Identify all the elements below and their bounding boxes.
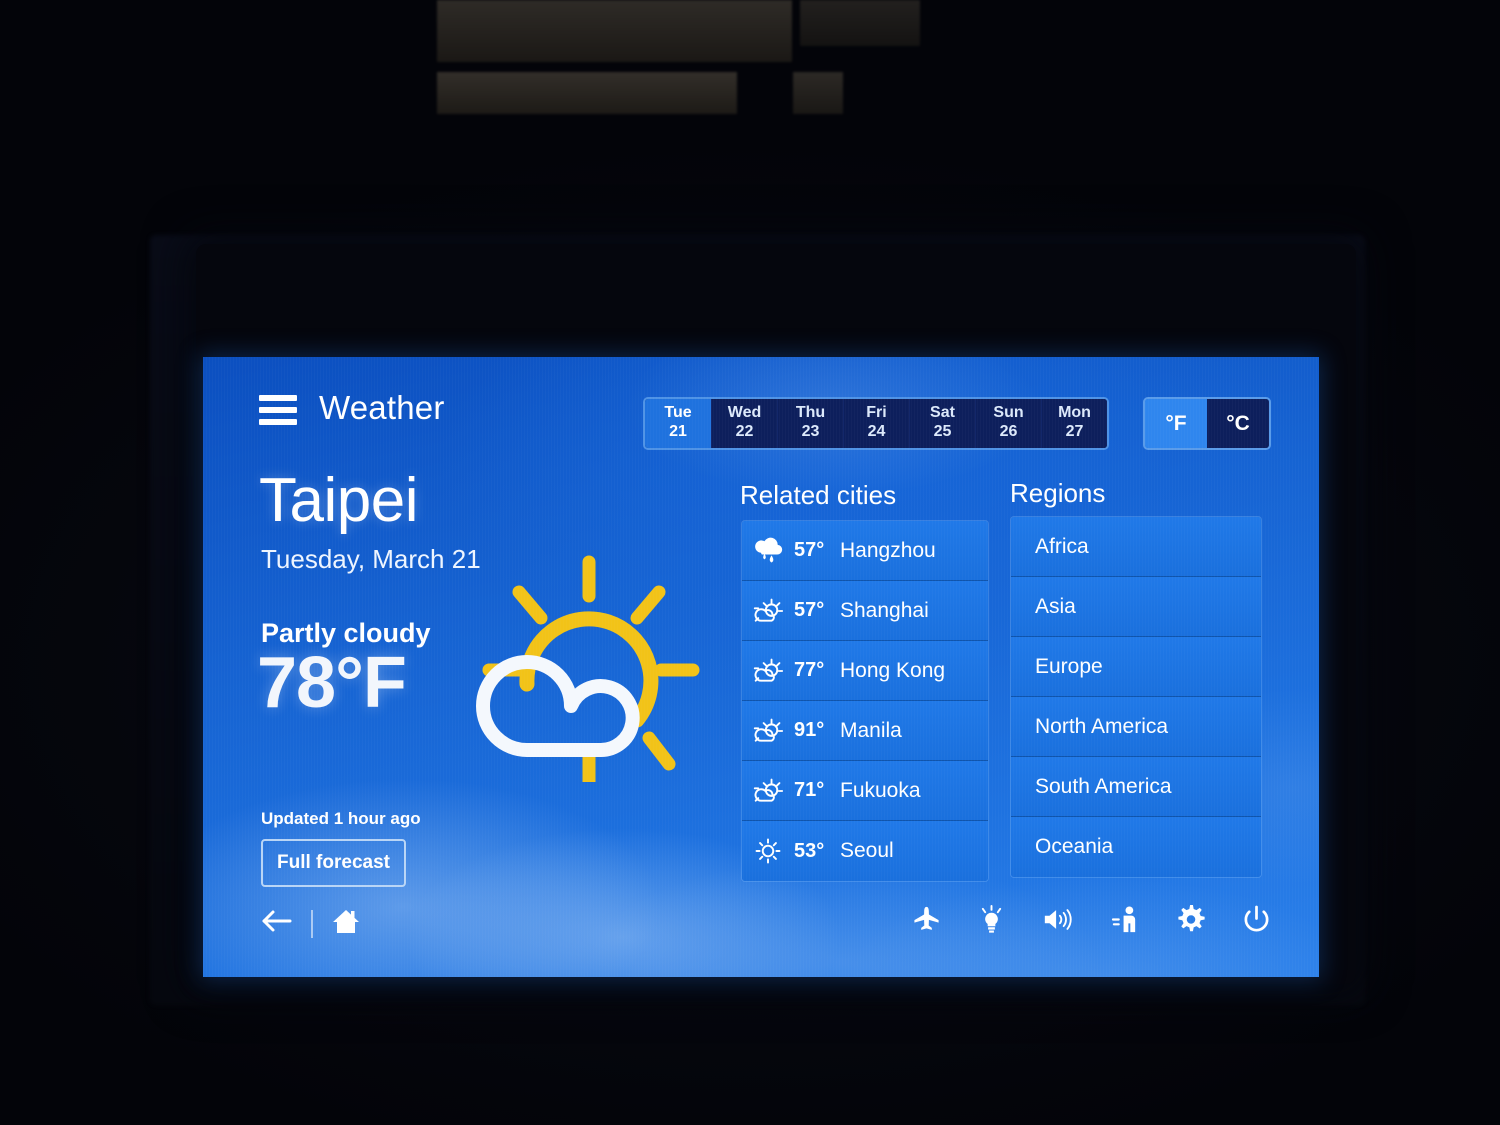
city-name: Manila (840, 718, 902, 742)
power-icon[interactable] (1242, 905, 1271, 939)
list-item[interactable]: South America (1011, 757, 1261, 817)
day-num: 23 (801, 423, 820, 440)
day-dow: Mon (1058, 404, 1091, 422)
back-arrow-icon[interactable] (259, 908, 293, 939)
ambient-light-reflection (437, 0, 792, 62)
day-dow: Wed (727, 404, 762, 422)
volume-icon[interactable] (1042, 905, 1074, 939)
current-temperature: 78°F (257, 643, 407, 723)
full-forecast-button[interactable]: Full forecast (261, 839, 406, 887)
list-item[interactable]: 77° Hong Kong (742, 641, 988, 701)
list-item[interactable]: Africa (1011, 517, 1261, 577)
nav-divider (311, 909, 313, 938)
city-temperature: 91° (794, 719, 825, 741)
day-num: 22 (735, 423, 754, 440)
city-temperature: 53° (794, 839, 825, 862)
day-dow: Sat (930, 404, 955, 422)
city-name: Fukuoka (840, 778, 921, 802)
home-icon[interactable] (331, 907, 361, 940)
day-tab-sat[interactable]: Sat 25 (909, 399, 975, 448)
region-name: Oceania (1035, 835, 1114, 858)
related-cities-list: 57° Hangzhou 57° Shanghai 77° Hong Kong … (742, 521, 988, 881)
region-name: South America (1035, 774, 1172, 798)
current-city-name: Taipei (259, 466, 419, 535)
list-item[interactable]: 57° Shanghai (742, 581, 988, 641)
ife-weather-screen: Weather Tue 21 Wed 22 Thu 23 Fri 24 Sat … (203, 357, 1319, 977)
cabin-photo: Weather Tue 21 Wed 22 Thu 23 Fri 24 Sat … (0, 0, 1500, 1125)
day-num: 24 (867, 423, 886, 440)
reading-light-icon[interactable] (977, 905, 1006, 939)
sun-behind-cloud-icon (742, 777, 794, 805)
list-item[interactable]: 91° Manila (742, 701, 988, 761)
day-tab-fri[interactable]: Fri 24 (843, 399, 909, 448)
list-item[interactable]: 57° Hangzhou (742, 521, 988, 581)
temperature-unit-toggle[interactable]: °F °C (1143, 397, 1271, 450)
city-name: Shanghai (840, 598, 929, 622)
ambient-light-reflection (800, 0, 920, 46)
airplane-icon[interactable] (912, 905, 941, 939)
day-dow: Sun (993, 404, 1024, 422)
hamburger-menu-icon[interactable] (259, 395, 297, 425)
related-cities-title: Related cities (740, 480, 897, 510)
region-name: Europe (1035, 654, 1103, 678)
rain-cloud-icon (742, 537, 794, 565)
ambient-light-reflection (793, 72, 843, 114)
sun-behind-cloud-icon (742, 717, 794, 745)
day-num: 27 (1065, 423, 1084, 440)
day-dow: Fri (866, 404, 887, 422)
regions-list: Africa Asia Europe North America South A… (1011, 517, 1261, 877)
day-num: 26 (999, 423, 1018, 440)
current-date: Tuesday, March 21 (261, 544, 481, 574)
unit-fahrenheit-button[interactable]: °F (1145, 399, 1207, 448)
system-icon-bar (912, 905, 1271, 939)
page-title: Weather (319, 389, 445, 426)
day-tab-sun[interactable]: Sun 26 (975, 399, 1041, 448)
sun-behind-cloud-icon (461, 552, 701, 791)
day-tab-wed[interactable]: Wed 22 (711, 399, 777, 448)
list-item[interactable]: Europe (1011, 637, 1261, 697)
unit-celsius-button[interactable]: °C (1207, 399, 1269, 448)
list-item[interactable]: Oceania (1011, 817, 1261, 877)
day-num: 25 (933, 423, 952, 440)
sun-icon (742, 837, 794, 865)
app-header: Weather Tue 21 Wed 22 Thu 23 Fri 24 Sat … (203, 357, 1319, 450)
list-item[interactable]: North America (1011, 697, 1261, 757)
flight-attendant-call-icon[interactable] (1110, 905, 1141, 939)
region-name: Asia (1035, 594, 1076, 618)
list-item[interactable]: Asia (1011, 577, 1261, 637)
day-dow: Thu (795, 404, 826, 422)
region-name: Africa (1035, 534, 1089, 558)
list-item[interactable]: 71° Fukuoka (742, 761, 988, 821)
city-temperature: 57° (794, 539, 825, 561)
day-tab-tue[interactable]: Tue 21 (645, 399, 711, 448)
list-item[interactable]: 53° Seoul (742, 821, 988, 881)
updated-timestamp: Updated 1 hour ago (261, 809, 421, 828)
city-name: Hangzhou (840, 538, 936, 562)
ambient-light-reflection (437, 72, 737, 114)
day-tab-mon[interactable]: Mon 27 (1041, 399, 1107, 448)
city-temperature: 77° (794, 659, 825, 681)
day-selector[interactable]: Tue 21 Wed 22 Thu 23 Fri 24 Sat 25 Sun 2… (643, 397, 1109, 450)
sun-behind-cloud-icon (742, 657, 794, 685)
bottom-nav (259, 907, 361, 940)
city-name: Seoul (840, 839, 894, 862)
region-name: North America (1035, 714, 1169, 738)
city-temperature: 57° (794, 599, 825, 621)
settings-gear-icon[interactable] (1177, 905, 1206, 939)
city-name: Hong Kong (840, 658, 946, 682)
sun-behind-cloud-icon (742, 597, 794, 625)
day-num: 21 (669, 423, 687, 440)
day-dow: Tue (664, 404, 692, 422)
day-tab-thu[interactable]: Thu 23 (777, 399, 843, 448)
city-temperature: 71° (794, 779, 825, 801)
regions-title: Regions (1010, 478, 1106, 508)
